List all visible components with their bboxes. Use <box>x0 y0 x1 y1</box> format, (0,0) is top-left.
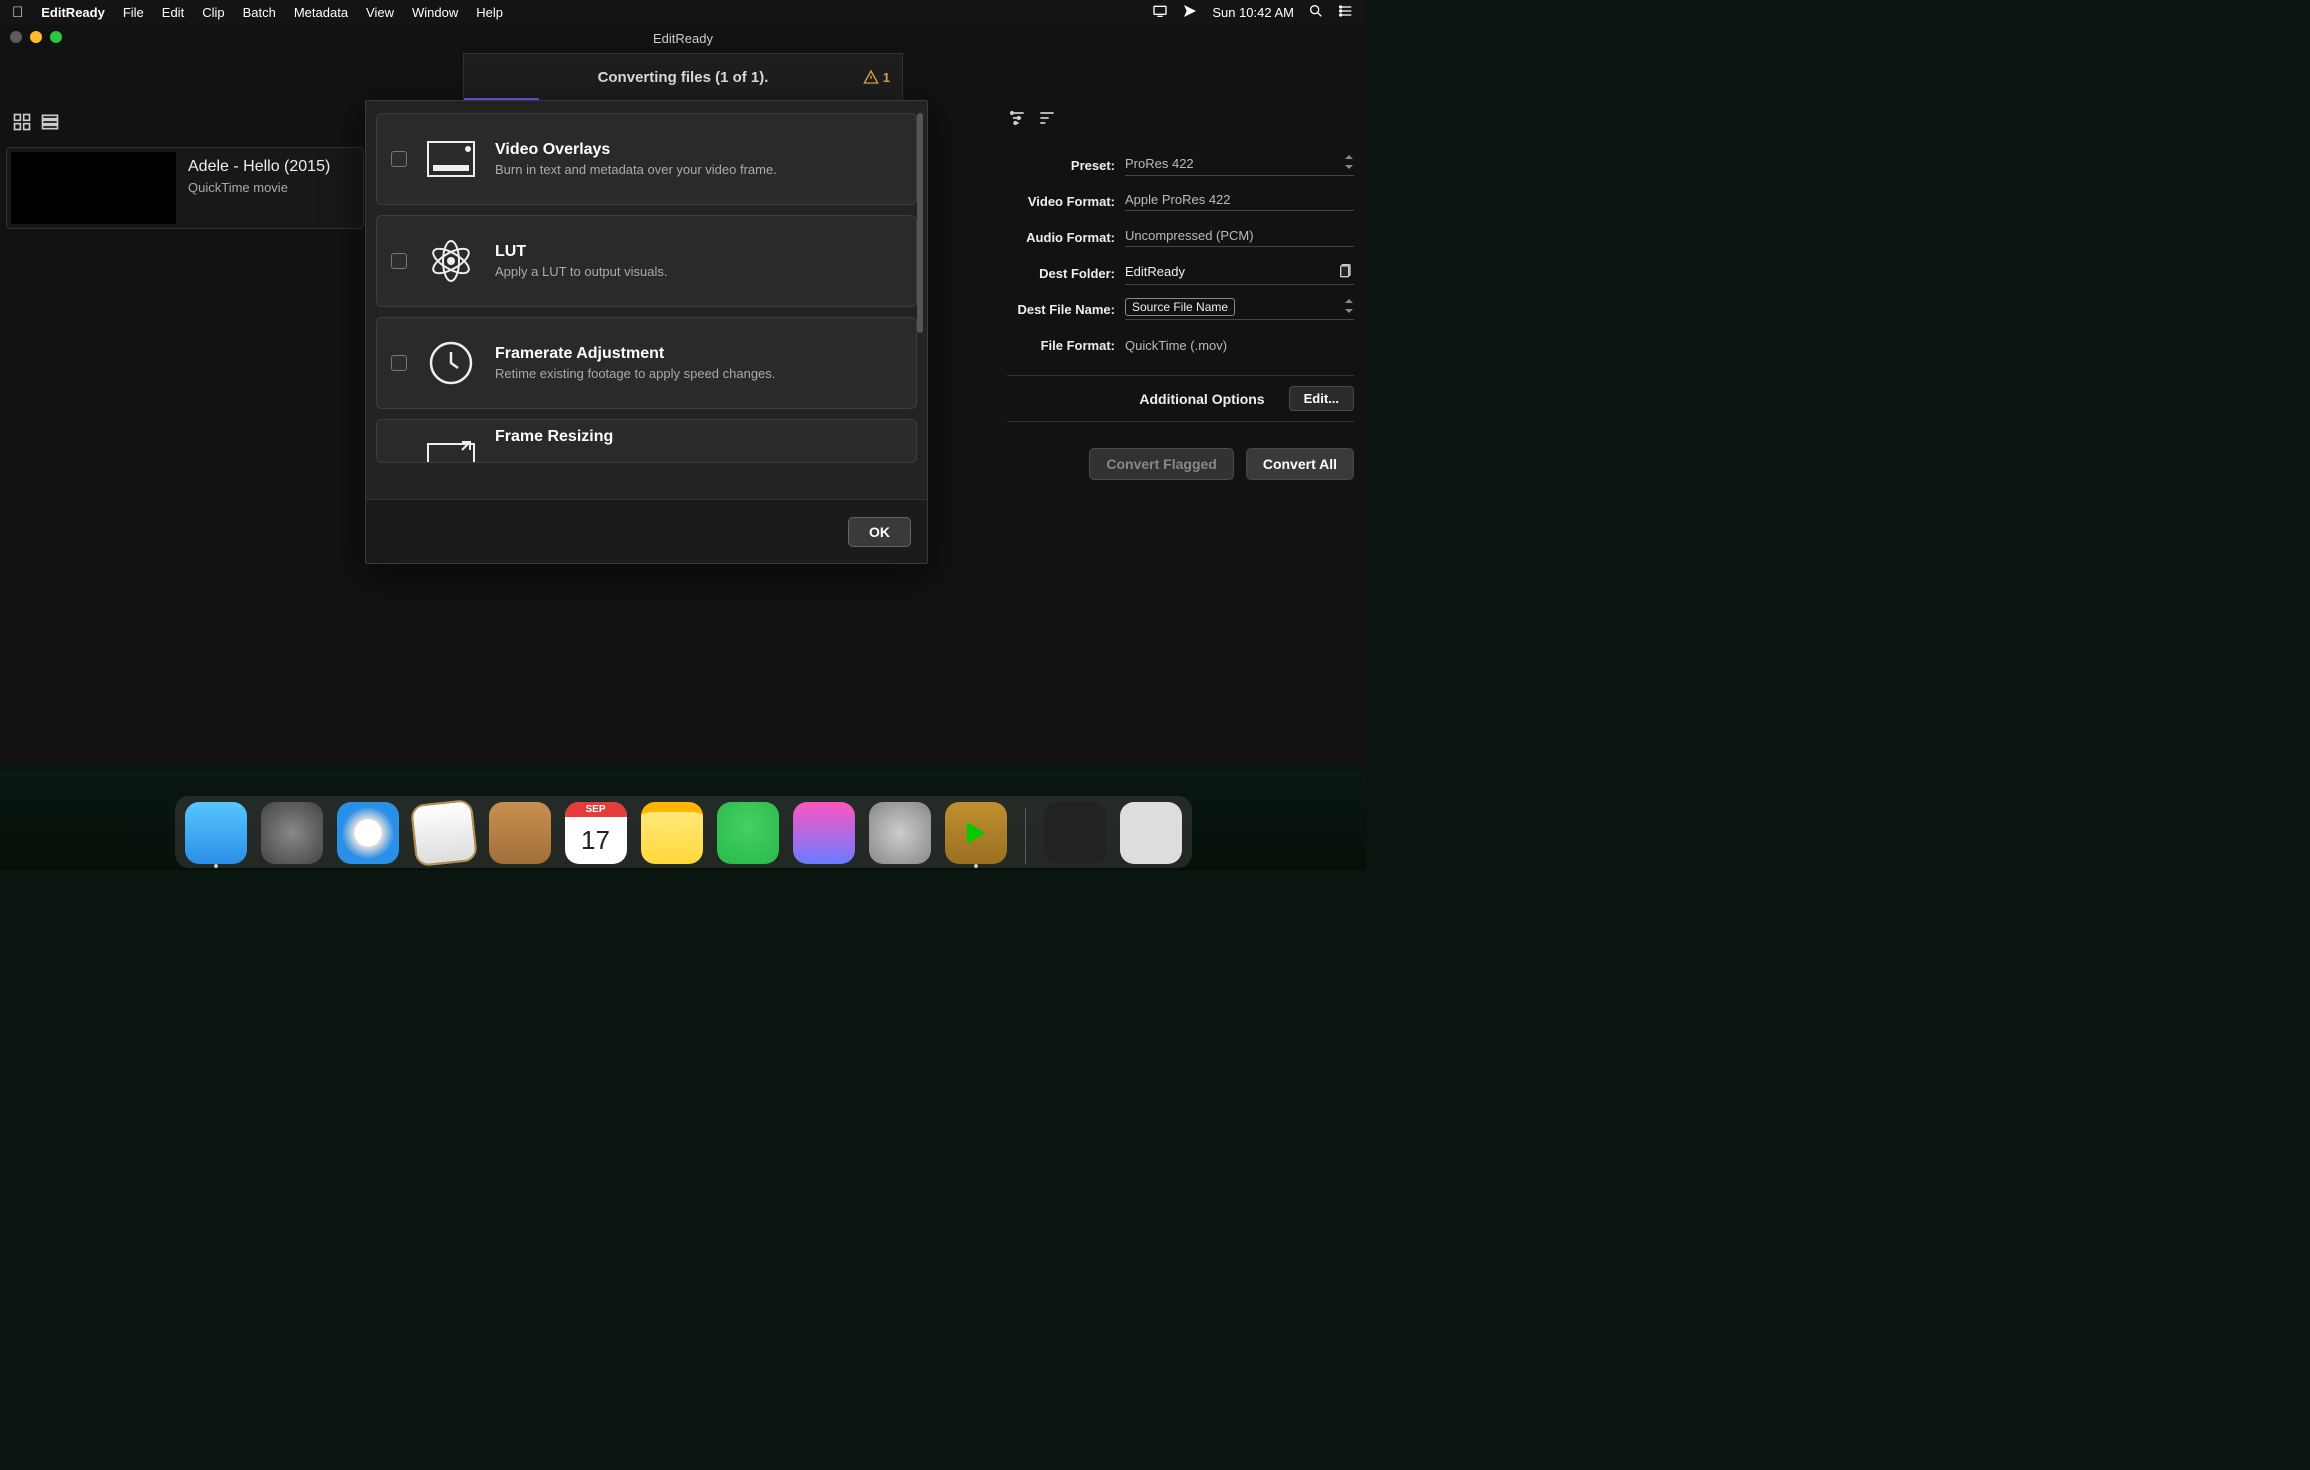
file-format-value: QuickTime (.mov) <box>1125 338 1227 353</box>
clip-subtype: QuickTime movie <box>188 180 330 195</box>
dest-filename-field[interactable]: Source File Name <box>1125 298 1354 320</box>
dock-trash[interactable] <box>1120 802 1182 864</box>
video-format-value: Apple ProRes 422 <box>1125 192 1231 207</box>
warning-icon <box>863 69 879 85</box>
dest-filename-label: Dest File Name: <box>1007 302 1115 317</box>
menu-batch[interactable]: Batch <box>243 5 276 20</box>
status-item-icon[interactable] <box>1182 3 1198 22</box>
lut-icon <box>425 235 477 287</box>
option-desc: Apply a LUT to output visuals. <box>495 264 667 279</box>
dock-contacts[interactable] <box>489 802 551 864</box>
audio-format-value: Uncompressed (PCM) <box>1125 228 1254 243</box>
app-menu[interactable]: EditReady <box>41 5 105 20</box>
control-center-icon[interactable] <box>1338 3 1354 22</box>
option-framerate[interactable]: Framerate Adjustment Retime existing foo… <box>376 317 917 409</box>
video-format-select[interactable]: Apple ProRes 422 <box>1125 192 1354 211</box>
menu-window[interactable]: Window <box>412 5 458 20</box>
dock-launchpad[interactable] <box>261 802 323 864</box>
dock-calendar[interactable]: SEP 17 <box>565 802 627 864</box>
window-minimize-button[interactable] <box>30 31 42 43</box>
clip-thumbnail <box>11 152 176 224</box>
spotlight-icon[interactable] <box>1308 3 1324 22</box>
warning-count: 1 <box>883 70 890 85</box>
menu-edit[interactable]: Edit <box>162 5 184 20</box>
option-checkbox[interactable] <box>391 253 407 269</box>
chevron-updown-icon <box>1344 155 1354 172</box>
menu-file[interactable]: File <box>123 5 144 20</box>
option-title: Video Overlays <box>495 141 777 159</box>
clock[interactable]: Sun 10:42 AM <box>1212 5 1294 20</box>
dest-folder-value[interactable]: EditReady <box>1125 262 1354 285</box>
additional-options-label: Additional Options <box>1139 391 1264 407</box>
dock-system-preferences[interactable] <box>869 802 931 864</box>
resize-icon <box>425 428 477 463</box>
folder-picker-icon[interactable] <box>1338 262 1354 281</box>
window-close-button[interactable] <box>10 31 22 43</box>
filter-icon[interactable] <box>1007 108 1027 133</box>
option-video-overlays[interactable]: Video Overlays Burn in text and metadata… <box>376 113 917 205</box>
grid-view-button[interactable] <box>12 112 32 137</box>
clip-title: Adele - Hello (2015) <box>188 158 330 176</box>
calendar-day: 17 <box>565 817 627 864</box>
convert-all-button[interactable]: Convert All <box>1246 448 1354 480</box>
overlay-icon <box>425 133 477 185</box>
file-format-label: File Format: <box>1007 338 1115 353</box>
menu-view[interactable]: View <box>366 5 394 20</box>
dock-notes[interactable] <box>641 802 703 864</box>
display-icon[interactable] <box>1152 3 1168 22</box>
window-zoom-button[interactable] <box>50 31 62 43</box>
calendar-month: SEP <box>565 802 627 817</box>
file-format-select[interactable]: QuickTime (.mov) <box>1125 338 1354 353</box>
chevron-updown-icon <box>1344 299 1354 316</box>
scrollbar[interactable] <box>917 113 923 333</box>
option-lut[interactable]: LUT Apply a LUT to output visuals. <box>376 215 917 307</box>
menu-metadata[interactable]: Metadata <box>294 5 348 20</box>
menu-bar:  EditReady File Edit Clip Batch Metadat… <box>0 0 1366 24</box>
desktop-area: SEP 17 <box>0 770 1366 870</box>
dock-mail[interactable] <box>409 799 477 867</box>
warning-indicator[interactable]: 1 <box>863 69 890 85</box>
option-desc: Retime existing footage to apply speed c… <box>495 366 775 381</box>
conversion-status-text: Converting files (1 of 1). <box>598 69 769 86</box>
window-title: EditReady <box>653 31 713 46</box>
conversion-status[interactable]: Converting files (1 of 1). 1 <box>463 53 903 101</box>
filename-token[interactable]: Source File Name <box>1125 298 1235 316</box>
list-view-button[interactable] <box>40 112 60 137</box>
dest-folder-label: Dest Folder: <box>1007 266 1115 281</box>
option-desc: Burn in text and metadata over your vide… <box>495 162 777 177</box>
preset-value: ProRes 422 <box>1125 156 1194 171</box>
apple-menu-icon[interactable]:  <box>12 4 23 21</box>
option-frame-resizing[interactable]: Frame Resizing <box>376 419 917 463</box>
video-format-label: Video Format: <box>1007 194 1115 209</box>
edit-options-button[interactable]: Edit... <box>1289 386 1354 411</box>
sort-icon[interactable] <box>1037 108 1057 133</box>
option-title: Framerate Adjustment <box>495 345 775 363</box>
menu-help[interactable]: Help <box>476 5 503 20</box>
dock-messages[interactable] <box>717 802 779 864</box>
dock: SEP 17 <box>175 796 1192 868</box>
dock-finder[interactable] <box>185 802 247 864</box>
audio-format-select[interactable]: Uncompressed (PCM) <box>1125 228 1354 247</box>
preset-label: Preset: <box>1007 158 1115 173</box>
ok-button[interactable]: OK <box>848 517 911 547</box>
dock-safari[interactable] <box>337 802 399 864</box>
menu-clip[interactable]: Clip <box>202 5 224 20</box>
clip-item[interactable]: Adele - Hello (2015) QuickTime movie <box>6 147 364 229</box>
dock-editready[interactable] <box>945 802 1007 864</box>
option-title: LUT <box>495 243 667 261</box>
convert-flagged-button[interactable]: Convert Flagged <box>1089 448 1233 480</box>
audio-format-label: Audio Format: <box>1007 230 1115 245</box>
option-checkbox[interactable] <box>391 151 407 167</box>
option-checkbox[interactable] <box>391 355 407 371</box>
clock-icon <box>425 337 477 389</box>
preset-select[interactable]: ProRes 422 <box>1125 155 1354 176</box>
dock-music[interactable] <box>793 802 855 864</box>
dock-separator <box>1025 808 1026 864</box>
additional-options-dialog: Video Overlays Burn in text and metadata… <box>365 100 928 564</box>
option-title: Frame Resizing <box>495 428 613 446</box>
window-titlebar: EditReady <box>0 24 1366 52</box>
dest-folder-text: EditReady <box>1125 264 1185 279</box>
dock-recent-app[interactable] <box>1044 802 1106 864</box>
